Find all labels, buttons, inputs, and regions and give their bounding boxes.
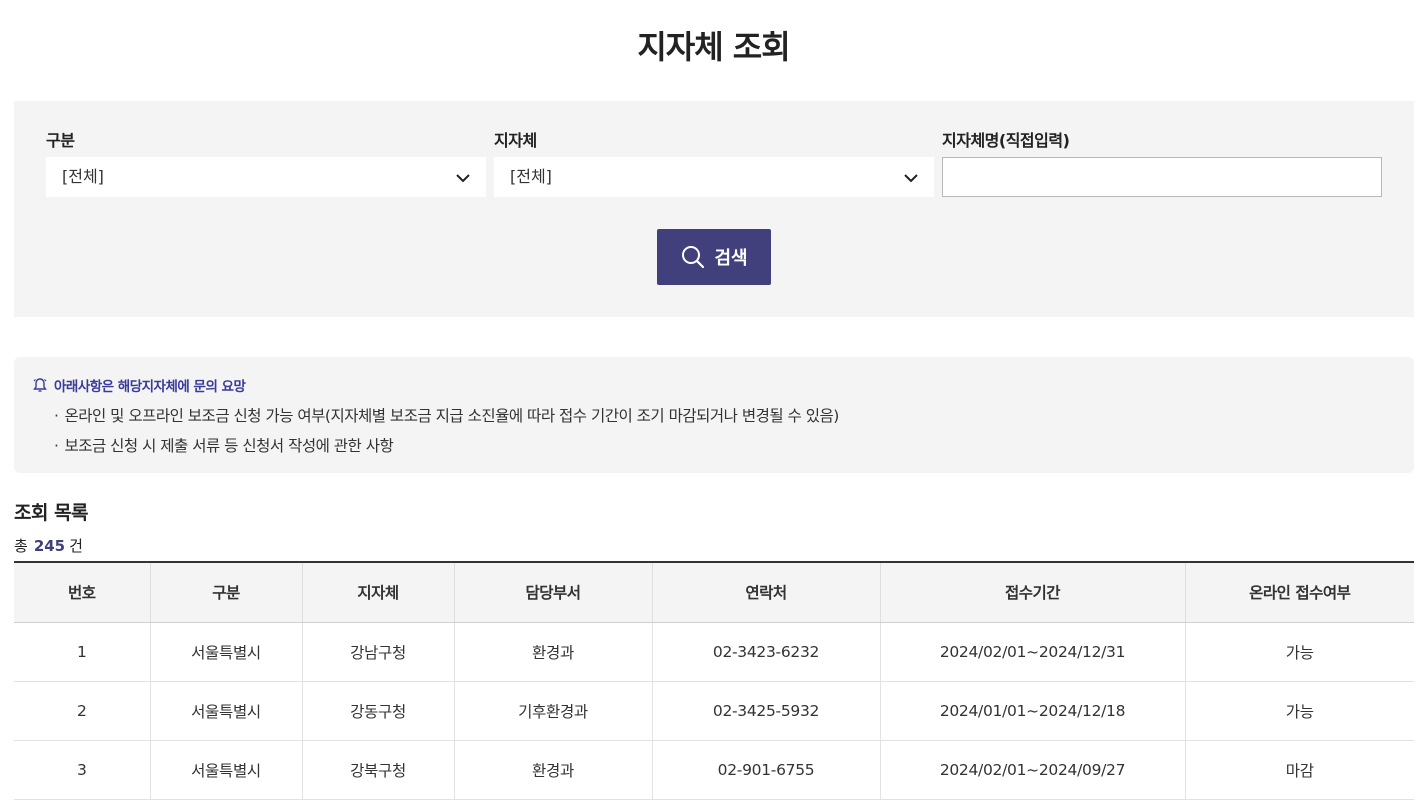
table-cell: 서울특별시 <box>150 622 303 682</box>
region-name-input[interactable] <box>942 157 1382 197</box>
total-number: 245 <box>33 537 66 555</box>
table-cell: 기후환경과 <box>454 681 653 741</box>
table-cell: 가능 <box>1185 681 1414 741</box>
table-cell: 02-3423-6232 <box>652 622 881 682</box>
table-row: 1 서울특별시 강남구청 환경과 02-3423-6232 2024/02/01… <box>14 622 1414 682</box>
column-header: 구분 <box>150 562 303 623</box>
table-cell: 2024/02/01~2024/12/31 <box>880 622 1186 682</box>
page-title: 지자체 조회 <box>637 28 790 66</box>
table-cell: 2 <box>14 681 151 741</box>
category-field: 구분 [전체] <box>46 131 486 197</box>
name-label: 지자체명(직접입력) <box>942 131 1070 150</box>
result-table: 번호 구분 지자체 담당부서 연락처 접수기간 온라인 접수여부 1 서울특별시… <box>14 561 1414 800</box>
column-header: 담당부서 <box>454 562 653 623</box>
table-cell: 02-3425-5932 <box>652 681 881 741</box>
region-select[interactable]: [전체] <box>494 157 934 197</box>
table-cell: 환경과 <box>454 740 653 800</box>
column-header: 지자체 <box>302 562 455 623</box>
table-cell: 강북구청 <box>302 740 455 800</box>
notice-title: 아래사항은 해당지자체에 문의 요망 <box>32 375 246 395</box>
region-label: 지자체 <box>494 131 537 150</box>
table-cell: 가능 <box>1185 622 1414 682</box>
table-cell: 02-901-6755 <box>652 740 881 800</box>
column-header: 접수기간 <box>880 562 1186 623</box>
chevron-down-icon <box>456 174 470 183</box>
table-cell: 1 <box>14 622 151 682</box>
notice-item: 온라인 및 오프라인 보조금 신청 가능 여부(지자체별 보조금 지급 소진율에… <box>54 405 839 435</box>
table-cell: 2024/01/01~2024/12/18 <box>880 681 1186 741</box>
table-cell: 강동구청 <box>302 681 455 741</box>
chevron-down-icon <box>904 174 918 183</box>
table-cell: 2024/02/01~2024/09/27 <box>880 740 1186 800</box>
name-field: 지자체명(직접입력) <box>942 131 1382 197</box>
table-row: 2 서울특별시 강동구청 기후환경과 02-3425-5932 2024/01/… <box>14 681 1414 741</box>
column-header: 번호 <box>14 562 151 623</box>
list-title: 조회 목록 <box>14 502 89 524</box>
total-prefix: 총 <box>14 537 28 555</box>
category-select-value: [전체] <box>62 167 104 186</box>
total-suffix: 건 <box>69 537 83 555</box>
table-cell: 마감 <box>1185 740 1414 800</box>
table-header-row: 번호 구분 지자체 담당부서 연락처 접수기간 온라인 접수여부 <box>14 562 1414 623</box>
search-button[interactable]: 검색 <box>657 229 771 285</box>
category-label: 구분 <box>46 131 75 150</box>
notice-list: 온라인 및 오프라인 보조금 신청 가능 여부(지자체별 보조금 지급 소진율에… <box>54 405 839 465</box>
notice-item: 보조금 신청 시 제출 서류 등 신청서 작성에 관한 사항 <box>54 435 839 465</box>
notice-title-text: 아래사항은 해당지자체에 문의 요망 <box>54 379 246 395</box>
region-select-value: [전체] <box>510 167 552 186</box>
table-cell: 3 <box>14 740 151 800</box>
table-cell: 강남구청 <box>302 622 455 682</box>
search-panel: 구분 [전체] 지자체 [전체] 지자체명(직접입력) 검색 <box>14 101 1414 317</box>
bell-icon <box>33 378 47 392</box>
search-icon <box>682 246 705 269</box>
table-cell: 환경과 <box>454 622 653 682</box>
search-button-label: 검색 <box>714 248 748 269</box>
total-count: 총 245 건 <box>14 535 83 556</box>
table-row: 3 서울특별시 강북구청 환경과 02-901-6755 2024/02/01~… <box>14 740 1414 800</box>
category-select[interactable]: [전체] <box>46 157 486 197</box>
table-cell: 서울특별시 <box>150 740 303 800</box>
table-cell: 서울특별시 <box>150 681 303 741</box>
region-field: 지자체 [전체] <box>494 131 934 197</box>
column-header: 연락처 <box>652 562 881 623</box>
column-header: 온라인 접수여부 <box>1185 562 1414 623</box>
notice-box: 아래사항은 해당지자체에 문의 요망 온라인 및 오프라인 보조금 신청 가능 … <box>14 357 1414 473</box>
